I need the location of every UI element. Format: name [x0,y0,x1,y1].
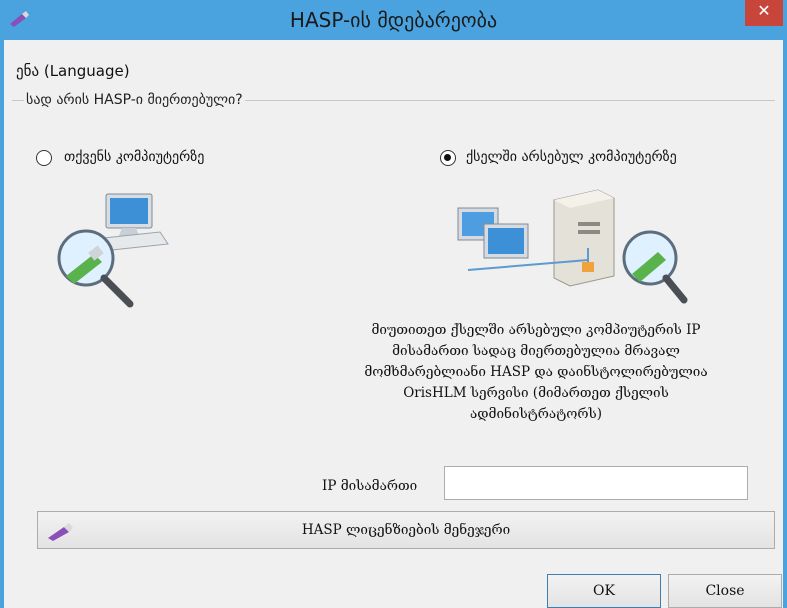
ip-address-input[interactable] [444,466,748,500]
hasp-license-manager-label: HASP ლიცენზიების მენეჯერი [301,522,511,538]
radio-local-label[interactable]: თქვენს კომპიუტერზე [64,149,204,165]
network-instructions: მიუთითეთ ქსელში არსებული კომპიუტერის IP … [322,320,750,425]
network-server-icon [457,189,688,304]
instruction-line: მომხმარებლიანი HASP და დაინსტოლირებულია [364,364,708,380]
group-legend: სად არის HASP-ი მიერთებული? [24,92,245,108]
instruction-line: მიუთითეთ ქსელში არსებული კომპიუტერის IP [371,322,701,338]
ok-button[interactable]: OK [547,574,661,608]
radio-network-label[interactable]: ქსელში არსებულ კომპიუტერზე [466,149,677,165]
radio-selected-dot [444,154,451,161]
instruction-line: OrisHLM სერვისი (მიმართეთ ქსელის [403,385,669,401]
title-bar[interactable]: HASP-ის მდებარეობა ✕ [4,0,783,40]
radio-network-computer[interactable] [440,150,456,166]
close-button[interactable]: Close [668,574,782,608]
computer-with-magnifier-icon [57,193,169,308]
instruction-line: ადმინისტრატორს) [469,406,602,422]
instruction-line: მისამართი სადაც მიერთებულია მრავალ [392,343,680,359]
menu-bar: ენა (Language) [4,58,783,84]
radio-local-computer[interactable] [36,150,52,166]
ip-address-label: IP მისამართი [322,478,418,494]
dialog-window: HASP-ის მდებარეობა ✕ ენა (Language) სად … [0,0,787,608]
menu-item-language[interactable]: ენა (Language) [16,62,130,80]
hasp-license-manager-button[interactable]: HASP ლიცენზიების მენეჯერი [37,511,775,549]
window-title: HASP-ის მდებარეობა [289,8,498,32]
window-close-button[interactable]: ✕ [745,0,783,26]
